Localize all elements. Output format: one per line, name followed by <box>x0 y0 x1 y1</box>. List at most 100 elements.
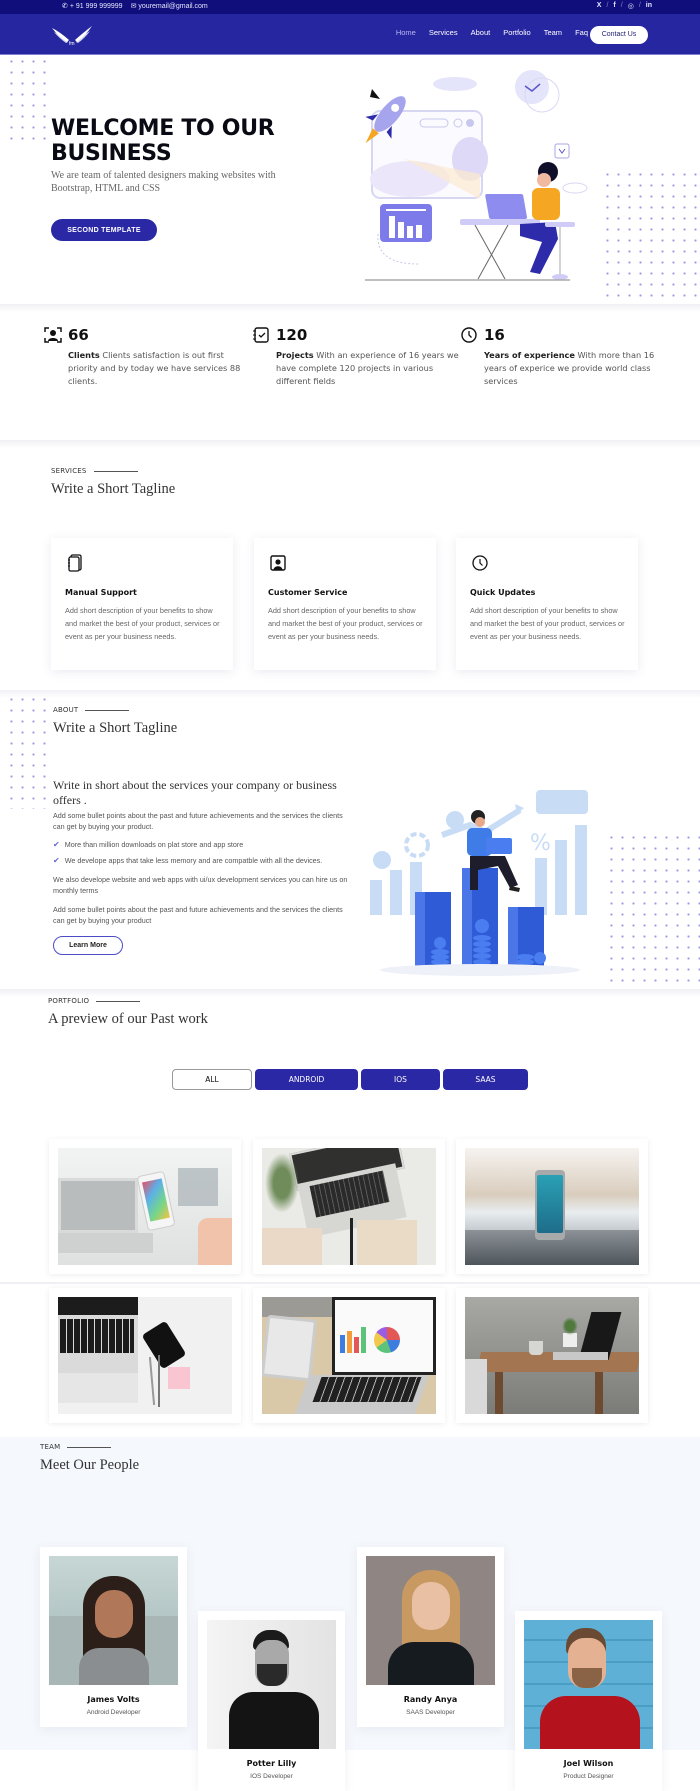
svg-text:fm: fm <box>69 41 75 46</box>
team-member-name: James Volts <box>87 1695 140 1704</box>
team-member-card[interactable]: James Volts Android Developer <box>40 1547 187 1727</box>
contact-us-button[interactable]: Contact Us <box>590 26 648 44</box>
nav-team[interactable]: Team <box>544 28 562 37</box>
dot-pattern <box>602 169 697 306</box>
portfolio-image-laptop-desk <box>58 1297 232 1414</box>
team-member-name: Potter Lilly <box>246 1759 297 1768</box>
team-member-card[interactable]: Potter Lilly IOS Developer <box>198 1611 345 1791</box>
team-member-name: Randy Anya <box>403 1695 458 1704</box>
filter-all[interactable]: ALL <box>172 1069 252 1090</box>
about-paragraph: Add some bullet points about the past an… <box>53 811 343 831</box>
team-photo-james-volts <box>49 1556 178 1685</box>
team-member-role: Product Designer <box>563 1773 614 1780</box>
team-tagline: Meet Our People <box>40 1457 140 1473</box>
service-card: Manual Support Add short description of … <box>51 538 233 670</box>
portfolio-item[interactable] <box>49 1139 241 1274</box>
service-description: Add short description of your benefits t… <box>268 606 423 641</box>
hero-subtitle: We are team of talented designers making… <box>51 170 276 194</box>
portfolio-item[interactable] <box>456 1139 648 1274</box>
portfolio-image-laptop-table <box>465 1297 639 1414</box>
portfolio-item[interactable] <box>253 1139 445 1274</box>
learn-more-button[interactable]: Learn More <box>53 936 123 955</box>
stat-number: 66 <box>68 326 89 344</box>
email-info[interactable]: ✉ youremail@gmail.com <box>131 2 208 10</box>
contact-card-icon <box>270 555 286 571</box>
portfolio-image-android-phone <box>465 1148 639 1265</box>
portfolio-filters: ALL ANDROID IOS SAAS <box>172 1069 528 1090</box>
hero-illustration <box>365 70 588 281</box>
section-divider <box>0 690 700 698</box>
instagram-icon[interactable]: ◎ <box>628 2 634 10</box>
phone-info[interactable]: ✆ + 91 999 999999 <box>62 2 123 10</box>
row-divider <box>0 1282 700 1284</box>
service-title: Customer Service <box>268 588 348 597</box>
service-card: Customer Service Add short description o… <box>254 538 436 670</box>
social-links: X / f / ◎ / in <box>597 2 652 10</box>
clock-icon <box>461 327 477 343</box>
linkedin-icon[interactable]: in <box>646 2 652 10</box>
nav-services[interactable]: Services <box>429 28 458 37</box>
portfolio-item[interactable] <box>456 1288 648 1423</box>
stat-description: Clients Clients satisfaction is out firs… <box>68 350 241 386</box>
double-check-icon: ✔ <box>53 840 60 849</box>
about-illustration: % <box>370 790 588 976</box>
filter-android[interactable]: ANDROID <box>255 1069 358 1090</box>
about-eyebrow: ABOUT <box>53 706 130 714</box>
service-description: Add short description of your benefits t… <box>65 606 220 641</box>
portfolio-image-phone-hand <box>58 1148 232 1265</box>
stat-experience: 16 Years of experience With more than 16… <box>460 326 660 388</box>
svg-text:%: % <box>530 831 551 856</box>
filter-ios[interactable]: IOS <box>361 1069 440 1090</box>
nav-home[interactable]: Home <box>396 28 416 37</box>
service-title: Manual Support <box>65 588 137 597</box>
top-bar: ✆ + 91 999 999999 ✉ youremail@gmail.com … <box>0 0 700 14</box>
client-icon <box>44 327 62 343</box>
team-photo-potter-lilly <box>207 1620 336 1749</box>
portfolio-image-laptop-charts <box>262 1297 436 1414</box>
double-check-icon: ✔ <box>53 856 60 865</box>
portfolio-tagline: A preview of our Past work <box>48 1011 208 1027</box>
separator: / <box>620 2 623 9</box>
portfolio-item[interactable] <box>49 1288 241 1423</box>
facebook-icon[interactable]: f <box>613 2 615 10</box>
hero-section: WELCOME TO OUR BUSINESS We are team of t… <box>0 56 700 306</box>
eyebrow-line <box>93 470 138 472</box>
nav-about[interactable]: About <box>471 28 491 37</box>
dot-pattern <box>6 56 46 148</box>
stat-number: 16 <box>484 326 505 344</box>
about-bullet: ✔ We develope apps that take less memory … <box>53 856 323 865</box>
team-eyebrow: TEAM <box>40 1443 112 1451</box>
notebook-icon <box>68 554 82 572</box>
separator: / <box>606 2 609 9</box>
wings-logo[interactable]: fm <box>50 24 94 46</box>
team-member-role: SAAS Developer <box>406 1709 455 1716</box>
service-card: Quick Updates Add short description of y… <box>456 538 638 670</box>
second-template-button[interactable]: SECOND TEMPLATE <box>51 219 157 241</box>
nav-portfolio[interactable]: Portfolio <box>503 28 531 37</box>
portfolio-item[interactable] <box>253 1288 445 1423</box>
main-navbar: fm Home Services About Portfolio Team Fa… <box>0 14 700 55</box>
team-member-card[interactable]: Joel Wilson Product Designer <box>515 1611 662 1791</box>
dot-pattern <box>6 694 46 809</box>
nav-faq[interactable]: Faq <box>575 28 588 37</box>
service-description: Add short description of your benefits t… <box>470 606 625 641</box>
stat-description: Projects With an experience of 16 years … <box>276 350 459 386</box>
team-member-role: IOS Developer <box>250 1773 293 1780</box>
separator: / <box>638 2 641 9</box>
eyebrow-line <box>96 1000 141 1002</box>
about-paragraph: We also develope website and web apps wi… <box>53 875 348 895</box>
section-divider <box>0 304 700 312</box>
portfolio-eyebrow: PORTFOLIO <box>48 997 141 1005</box>
team-member-card[interactable]: Randy Anya SAAS Developer <box>357 1547 504 1727</box>
about-tagline: Write a Short Tagline <box>53 720 178 736</box>
stat-projects: 120 Projects With an experience of 16 ye… <box>252 326 459 388</box>
stat-description: Years of experience With more than 16 ye… <box>484 350 655 386</box>
checklist-icon <box>253 327 269 343</box>
nav-links: Home Services About Portfolio Team Faq <box>396 28 588 37</box>
filter-saas[interactable]: SAAS <box>443 1069 528 1090</box>
x-twitter-icon[interactable]: X <box>597 2 602 10</box>
eyebrow-line <box>85 709 130 711</box>
mail-icon: ✉ <box>130 3 137 10</box>
team-photo-joel-wilson <box>524 1620 653 1749</box>
service-title: Quick Updates <box>470 588 536 597</box>
